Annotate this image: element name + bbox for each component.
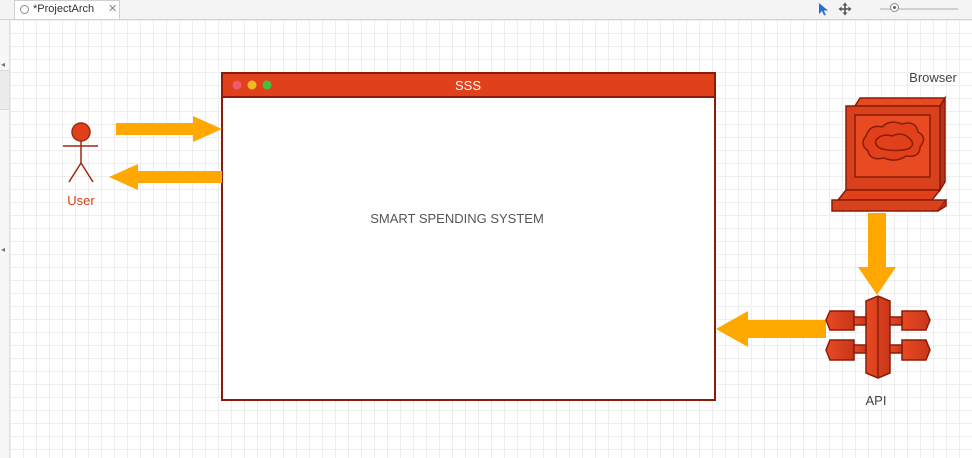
browser-computer-icon <box>831 95 948 212</box>
api-node[interactable]: API <box>825 295 931 408</box>
unsaved-status-icon <box>20 5 29 14</box>
sss-window-title: SSS <box>455 78 481 93</box>
gutter-marker-icon: ◂ <box>1 60 6 69</box>
sss-to-user-arrow[interactable] <box>109 164 222 190</box>
sss-window-body-text: SMART SPENDING SYSTEM <box>370 211 544 226</box>
tab-title: *ProjectArch <box>33 3 95 15</box>
sss-window[interactable]: SSS SMART SPENDING SYSTEM <box>221 72 716 401</box>
gutter-marker-icon: ◂ <box>1 245 6 254</box>
zoom-slider-handle[interactable] <box>890 3 899 12</box>
editor-tab-bar: *ProjectArch ✕ <box>0 0 972 20</box>
browser-to-api-arrow[interactable] <box>858 213 896 295</box>
pointer-icon[interactable] <box>818 2 829 21</box>
user-label: User <box>67 193 95 208</box>
api-gateway-icon <box>825 295 931 379</box>
panel-collapse-strip[interactable] <box>0 70 9 110</box>
diagram-canvas[interactable]: SSS SMART SPENDING SYSTEM User Browser A… <box>10 20 972 458</box>
api-label: API <box>866 393 887 408</box>
api-to-sss-arrow[interactable] <box>716 311 826 347</box>
user-actor[interactable]: User <box>63 122 98 208</box>
sss-window-body <box>221 72 716 401</box>
window-minimize-dot <box>247 80 257 90</box>
left-panel-edge: ◂ ◂ <box>0 20 10 458</box>
window-maximize-dot <box>262 80 272 90</box>
user-to-sss-arrow[interactable] <box>116 116 222 142</box>
user-actor-icon <box>63 122 98 183</box>
close-icon[interactable]: ✕ <box>108 2 117 15</box>
tab-projectarch[interactable]: *ProjectArch ✕ <box>14 0 120 19</box>
move-icon[interactable] <box>838 2 852 21</box>
architecture-diagram: SSS SMART SPENDING SYSTEM User Browser A… <box>63 70 958 408</box>
window-close-dot <box>232 80 242 90</box>
browser-node[interactable]: Browser <box>831 70 958 212</box>
browser-label: Browser <box>909 70 957 85</box>
